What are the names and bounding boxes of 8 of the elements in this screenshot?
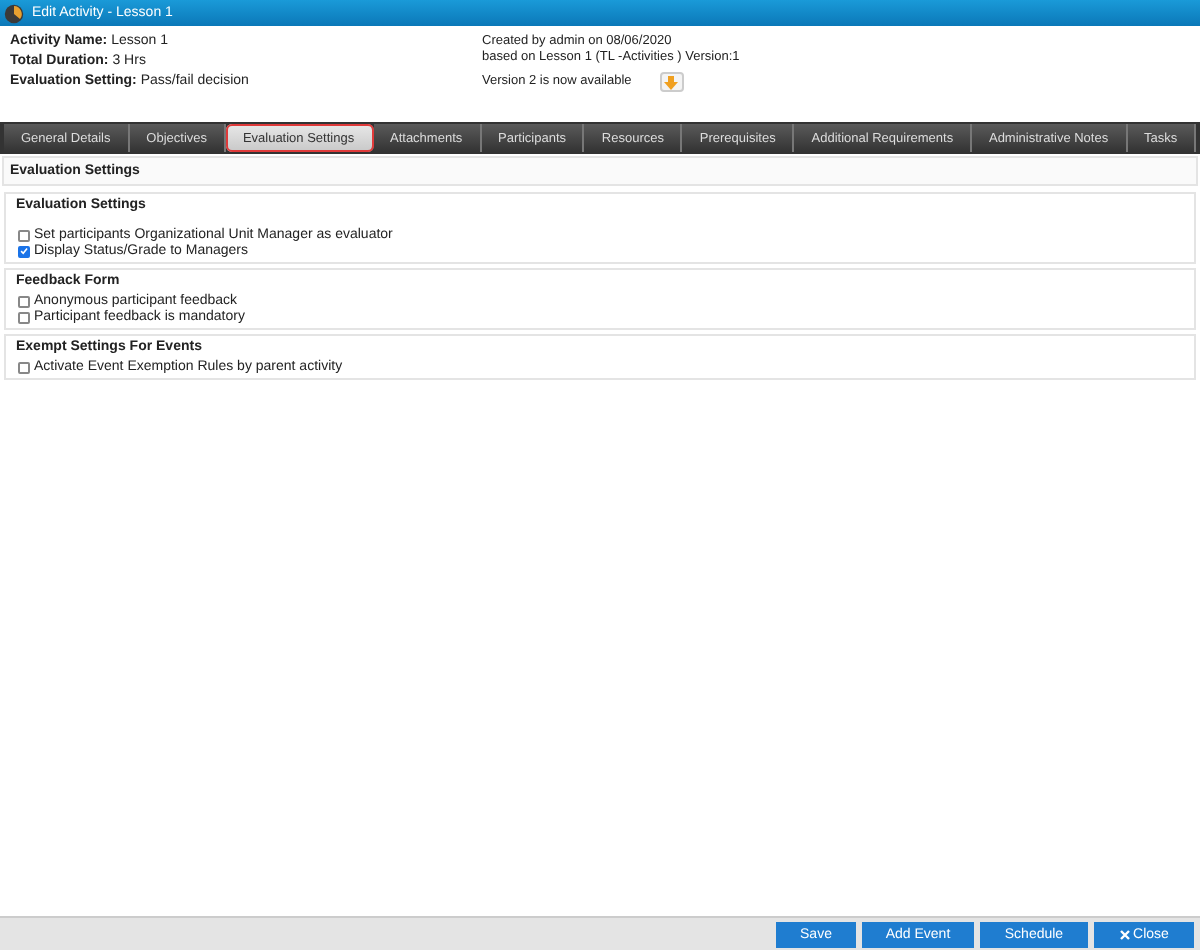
checkbox[interactable]	[18, 361, 30, 373]
checkbox[interactable]	[18, 295, 30, 307]
download-button[interactable]	[659, 72, 684, 92]
checkbox[interactable]	[18, 229, 30, 241]
checkbox[interactable]	[18, 245, 30, 257]
checkbox[interactable]	[18, 311, 30, 323]
close-icon	[1119, 929, 1130, 939]
down-arrow-icon	[664, 75, 679, 89]
